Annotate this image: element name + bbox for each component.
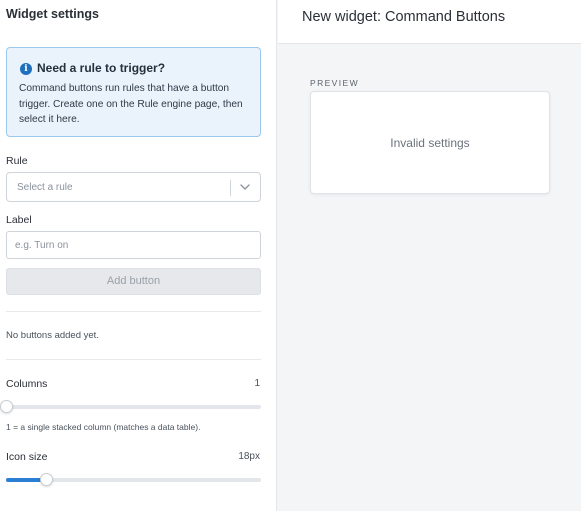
columns-hint: 1 = a single stacked column (matches a d… <box>6 422 201 432</box>
divider <box>6 359 261 360</box>
info-text: Command buttons run rules that have a bu… <box>19 81 255 128</box>
main-header: New widget: Command Buttons <box>278 0 581 44</box>
info-callout: i Need a rule to trigger? Command button… <box>6 47 261 137</box>
info-icon: i <box>20 63 32 75</box>
chevron-down-icon[interactable] <box>238 180 252 194</box>
divider <box>6 311 261 312</box>
rule-label: Rule <box>6 155 28 167</box>
columns-value: 1 <box>254 378 260 389</box>
info-title: Need a rule to trigger? <box>37 61 166 75</box>
info-text-line: trigger. Create one on the Rule engine p… <box>19 98 243 110</box>
add-button[interactable]: Add button <box>6 268 261 295</box>
label-input[interactable] <box>6 231 261 259</box>
rule-select[interactable]: Select a rule <box>6 172 261 202</box>
columns-label: Columns <box>6 378 48 390</box>
label-field-label: Label <box>6 214 32 226</box>
icon-size-slider-thumb[interactable] <box>39 473 53 486</box>
icon-size-label: Icon size <box>6 451 48 463</box>
rule-select-placeholder: Select a rule <box>17 182 73 193</box>
sidebar-title: Widget settings <box>6 7 99 21</box>
info-text-line: Command buttons run rules that have a bu… <box>19 83 230 94</box>
icon-size-value: 18px <box>238 451 260 462</box>
info-text-line: select it here. <box>19 114 80 125</box>
preview-label: PREVIEW <box>310 78 360 88</box>
columns-slider-thumb[interactable] <box>0 400 13 413</box>
icon-size-slider[interactable] <box>6 473 261 486</box>
page-title: New widget: Command Buttons <box>302 9 506 25</box>
columns-slider[interactable] <box>0 400 261 413</box>
empty-buttons-text: No buttons added yet. <box>6 330 99 341</box>
preview-message: Invalid settings <box>390 136 470 150</box>
select-separator <box>230 180 231 196</box>
preview-card: Invalid settings <box>310 91 550 194</box>
settings-sidebar: Widget settings i Need a rule to trigger… <box>0 0 277 511</box>
